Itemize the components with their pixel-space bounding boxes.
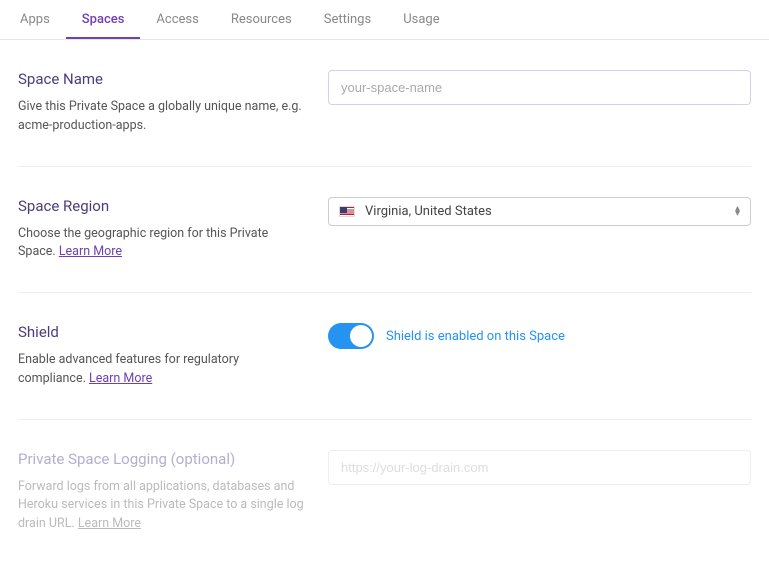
shield-desc: Enable advanced features for regulatory … bbox=[18, 351, 308, 389]
tab-spaces[interactable]: Spaces bbox=[66, 0, 141, 39]
section-logging: Private Space Logging (optional) Forward… bbox=[18, 420, 751, 564]
region-selected-value: Virginia, United States bbox=[365, 204, 492, 219]
tab-access[interactable]: Access bbox=[140, 0, 214, 39]
logging-desc-text: Forward logs from all applications, data… bbox=[18, 479, 304, 532]
toggle-knob bbox=[350, 325, 372, 347]
tab-usage[interactable]: Usage bbox=[387, 0, 455, 39]
space-name-input[interactable] bbox=[328, 70, 751, 105]
shield-learn-more-link[interactable]: Learn More bbox=[89, 371, 152, 386]
tab-apps[interactable]: Apps bbox=[16, 0, 66, 39]
tab-resources[interactable]: Resources bbox=[215, 0, 308, 39]
region-desc: Choose the geographic region for this Pr… bbox=[18, 225, 308, 263]
tab-settings[interactable]: Settings bbox=[308, 0, 387, 39]
section-space-name: Space Name Give this Private Space a glo… bbox=[18, 40, 751, 167]
section-shield: Shield Enable advanced features for regu… bbox=[18, 293, 751, 420]
logging-learn-more-link[interactable]: Learn More bbox=[78, 516, 141, 531]
main-tabs: Apps Spaces Access Resources Settings Us… bbox=[0, 0, 769, 40]
logging-desc: Forward logs from all applications, data… bbox=[18, 478, 308, 534]
region-title: Space Region bbox=[18, 197, 308, 215]
space-name-title: Space Name bbox=[18, 70, 308, 88]
region-desc-text: Choose the geographic region for this Pr… bbox=[18, 226, 268, 260]
space-name-desc: Give this Private Space a globally uniqu… bbox=[18, 98, 308, 136]
section-region: Space Region Choose the geographic regio… bbox=[18, 167, 751, 294]
logging-title: Private Space Logging (optional) bbox=[18, 450, 308, 468]
shield-toggle[interactable] bbox=[328, 323, 374, 349]
shield-title: Shield bbox=[18, 323, 308, 341]
select-arrows-icon: ▴▾ bbox=[735, 206, 740, 216]
shield-status-text: Shield is enabled on this Space bbox=[386, 329, 565, 344]
region-learn-more-link[interactable]: Learn More bbox=[59, 244, 122, 259]
region-select[interactable]: Virginia, United States ▴▾ bbox=[328, 197, 751, 226]
us-flag-icon bbox=[339, 206, 355, 217]
logging-url-input[interactable] bbox=[328, 450, 751, 485]
